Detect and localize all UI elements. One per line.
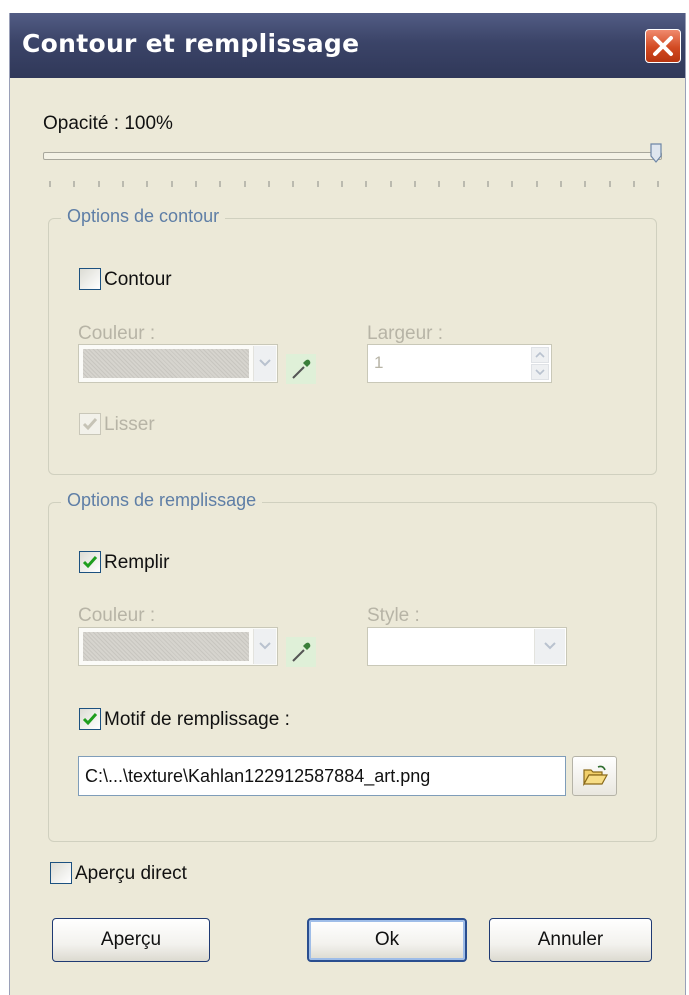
fill-style-combo[interactable] xyxy=(367,627,567,666)
fill-options-legend: Options de remplissage xyxy=(61,490,263,511)
smooth-checkbox-label: Lisser xyxy=(104,414,155,435)
close-button[interactable] xyxy=(645,29,681,63)
ok-button[interactable]: Ok xyxy=(307,918,467,962)
fill-color-combo[interactable] xyxy=(78,627,278,666)
pattern-path-value: C:\...\texture\Kahlan122912587884_art.pn… xyxy=(85,766,431,786)
close-icon xyxy=(653,36,673,56)
folder-open-icon xyxy=(582,765,608,787)
checkmark-icon xyxy=(82,713,98,726)
fill-color-label: Couleur : xyxy=(78,605,156,626)
contour-color-combo[interactable] xyxy=(78,344,278,383)
chevron-down-icon xyxy=(259,359,271,367)
fill-color-swatch xyxy=(83,632,249,661)
fill-checkbox[interactable] xyxy=(79,551,101,573)
spin-down-icon xyxy=(535,369,545,376)
chevron-down-icon xyxy=(544,642,556,650)
spin-down-button[interactable] xyxy=(531,364,549,380)
contour-width-spinner[interactable]: 1 xyxy=(367,344,552,383)
contour-checkbox[interactable] xyxy=(79,268,101,290)
contour-color-label: Couleur : xyxy=(78,323,156,344)
fill-eyedropper-button[interactable] xyxy=(286,637,316,667)
title-bar[interactable]: Contour et remplissage xyxy=(10,13,685,78)
opacity-label: Opacité : 100% xyxy=(43,113,173,134)
cancel-button[interactable]: Annuler xyxy=(489,918,652,962)
contour-color-swatch xyxy=(83,349,249,378)
spin-up-button[interactable] xyxy=(531,347,549,363)
dialog-window: Contour et remplissage Opacité : 100% Op… xyxy=(9,13,686,995)
live-preview-label: Aperçu direct xyxy=(75,863,187,884)
pattern-checkbox[interactable] xyxy=(79,708,101,730)
checkmark-icon xyxy=(82,418,98,431)
pattern-checkbox-label: Motif de remplissage : xyxy=(104,709,290,730)
contour-width-label: Largeur : xyxy=(367,323,444,344)
chevron-down-icon xyxy=(259,642,271,650)
opacity-slider-track[interactable] xyxy=(43,152,662,160)
fill-style-dropdown-arrow[interactable] xyxy=(534,629,565,664)
live-preview-checkbox[interactable] xyxy=(50,862,72,884)
fill-color-dropdown-arrow[interactable] xyxy=(253,629,276,664)
fill-checkbox-label: Remplir xyxy=(104,552,170,573)
contour-checkbox-label: Contour xyxy=(104,269,172,290)
eyedropper-icon xyxy=(292,359,311,379)
browse-pattern-button[interactable] xyxy=(572,756,617,796)
opacity-slider-ticks xyxy=(49,181,659,187)
spin-up-icon xyxy=(535,351,545,358)
opacity-slider-thumb[interactable] xyxy=(650,143,662,163)
pattern-path-input[interactable]: C:\...\texture\Kahlan122912587884_art.pn… xyxy=(78,756,566,796)
fill-style-label: Style : xyxy=(367,605,420,626)
contour-options-legend: Options de contour xyxy=(61,206,226,227)
preview-button[interactable]: Aperçu xyxy=(52,918,210,962)
contour-eyedropper-button[interactable] xyxy=(286,354,316,384)
window-title: Contour et remplissage xyxy=(22,29,360,58)
contour-color-dropdown-arrow[interactable] xyxy=(253,346,276,381)
checkmark-icon xyxy=(82,556,98,569)
contour-width-value: 1 xyxy=(374,353,384,372)
smooth-checkbox[interactable] xyxy=(79,413,101,435)
eyedropper-icon xyxy=(292,642,311,662)
